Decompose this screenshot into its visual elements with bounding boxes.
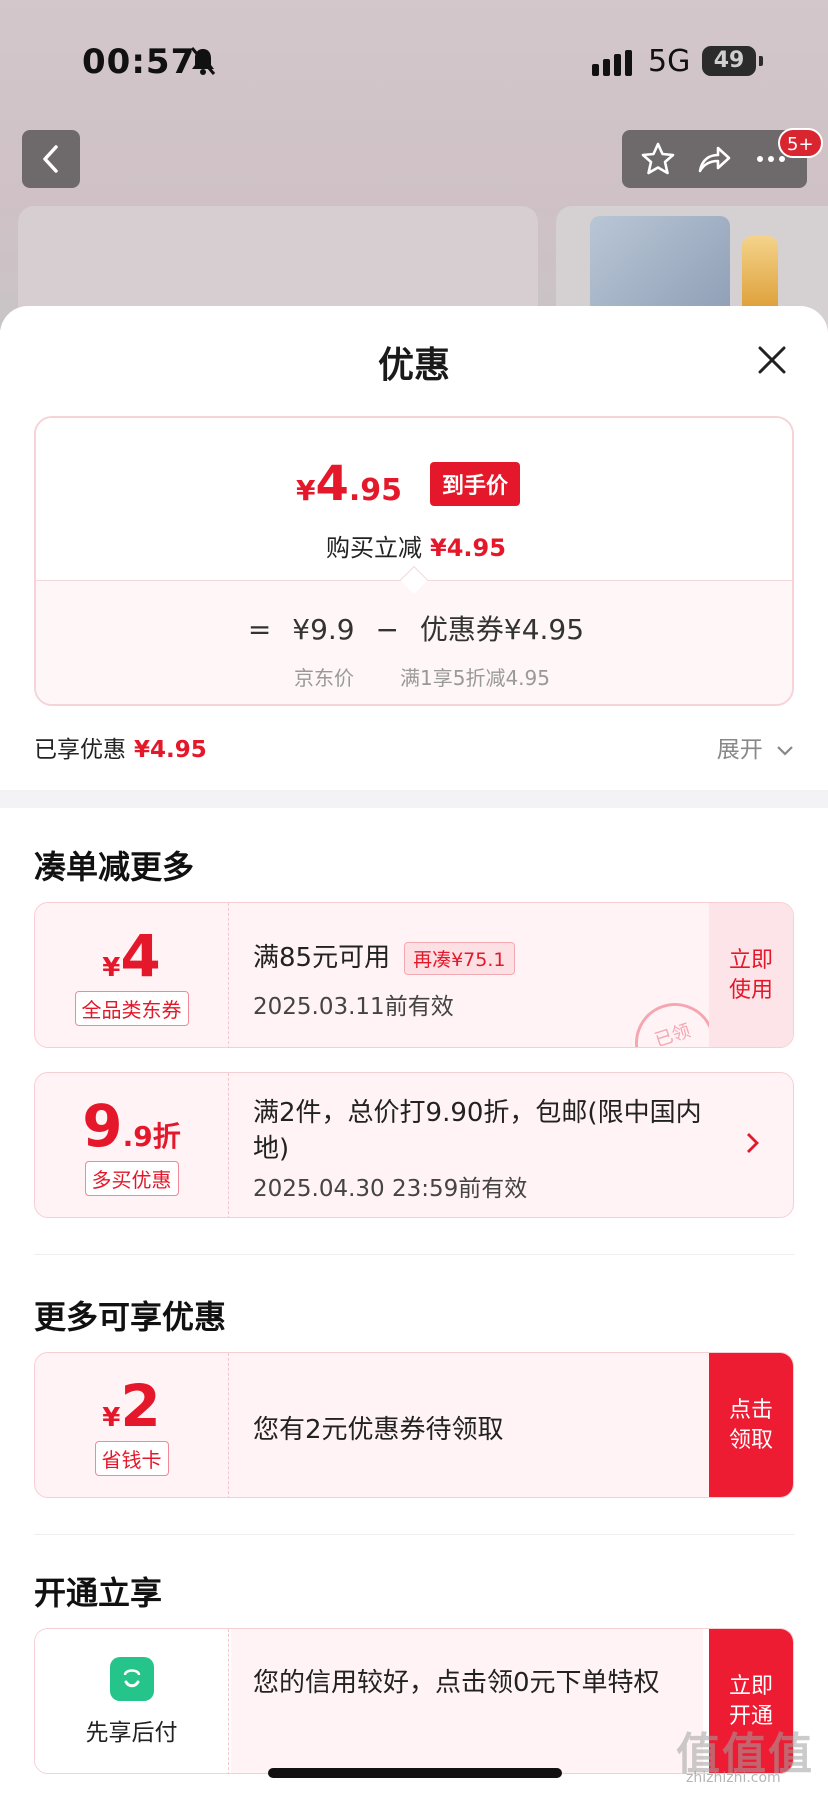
formula-jd-price: ¥9.9 <box>292 613 355 646</box>
network-type: 5G <box>648 44 691 79</box>
chevron-down-icon <box>777 745 793 756</box>
price-summary: ¥4.95 到手价 购买立减 ¥4.95 <box>36 418 792 580</box>
coupon-type-tag: 全品类东券 <box>74 990 189 1026</box>
expand-button[interactable]: 展开 <box>717 730 794 764</box>
purchase-reduction: 购买立减 ¥4.95 <box>36 528 792 563</box>
coupon-value-area: 9.9折 多买优惠 <box>35 1073 229 1217</box>
coupon-details: 满2件，总价打9.90折，包邮(限中国内地) 2025.04.30 23:59前… <box>253 1073 733 1217</box>
price-formula: = ¥9.9 − 优惠券¥4.95 <box>36 608 792 648</box>
coupon-condition: 您有2元优惠券待领取 <box>253 1415 504 1445</box>
chevron-left-icon <box>43 145 58 173</box>
reduction-label: 购买立减 <box>326 534 423 562</box>
section-title-extra: 更多可享优惠 <box>34 1298 227 1336</box>
formula-minus: − <box>375 613 399 646</box>
section-divider <box>34 1254 794 1255</box>
enjoyed-value: ¥4.95 <box>134 737 207 763</box>
coupon-type-tag: 多买优惠 <box>84 1160 179 1196</box>
close-icon[interactable] <box>752 340 792 380</box>
coupon-symbol: ¥ <box>102 1402 121 1433</box>
mute-bell-icon <box>190 47 216 75</box>
enjoyed-label: 已享优惠 <box>34 737 126 763</box>
coupon-rule-label: 满1享5折减4.95 <box>400 666 550 690</box>
formula-equals: = <box>247 613 272 646</box>
coupon-amount: ¥2 <box>102 1377 160 1435</box>
sheet-title: 优惠 <box>377 345 450 386</box>
pay-later-text: 您的信用较好，点击领0元下单特权 <box>253 1668 660 1698</box>
pay-later-brand: 先享后付 <box>35 1629 229 1773</box>
final-price: ¥4.95 <box>296 456 402 512</box>
coupon-expiry: 2025.03.11前有效 <box>253 994 454 1020</box>
section-title-more: 凑单减更多 <box>34 848 195 886</box>
use-now-label: 立即使用 <box>728 948 773 1003</box>
use-now-button[interactable]: 立即使用 <box>709 903 793 1047</box>
coupon-condition: 满2件，总价打9.90折，包邮(限中国内地) <box>253 1098 702 1164</box>
coupon-expiry: 2025.04.30 23:59前有效 <box>253 1176 528 1202</box>
coupon-amount: 9.9折 <box>82 1097 180 1155</box>
section-title-open: 开通立享 <box>34 1574 163 1612</box>
coupon-card-all-category[interactable]: ¥4 全品类东券 满85元可用 再凑¥75.1 2025.03.11前有效 已领 … <box>34 902 794 1048</box>
notification-badge: 5+ <box>778 128 823 158</box>
coupon-suffix: .9折 <box>122 1119 181 1153</box>
shopping-bag-icon <box>109 1657 154 1701</box>
claim-label: 点击领取 <box>728 1398 773 1453</box>
section-divider <box>34 1534 794 1535</box>
coupon-condition-text: 满85元可用 <box>253 943 391 973</box>
product-pack-image <box>590 216 730 316</box>
coupon-amount: ¥4 <box>102 927 160 985</box>
coupon-card-bulk-discount[interactable]: 9.9折 多买优惠 满2件，总价打9.90折，包邮(限中国内地) 2025.04… <box>34 1072 794 1218</box>
signal-icon <box>592 50 632 76</box>
price-integer: 4 <box>315 456 349 512</box>
coupon-details: 您有2元优惠券待领取 <box>253 1353 703 1497</box>
coupon-symbol: ¥ <box>102 952 121 983</box>
back-button[interactable] <box>22 130 80 188</box>
star-icon[interactable] <box>640 141 676 177</box>
coupon-value-area: ¥2 省钱卡 <box>35 1353 229 1497</box>
claim-button[interactable]: 点击领取 <box>709 1353 793 1497</box>
coupon-details: 满85元可用 再凑¥75.1 2025.03.11前有效 <box>253 903 703 1047</box>
price-decimal: .95 <box>348 473 403 508</box>
coupon-number: 4 <box>120 921 161 990</box>
battery-tip <box>759 56 763 66</box>
chevron-right-icon <box>747 1133 759 1153</box>
formula-coupon: 优惠券¥4.95 <box>419 613 585 646</box>
reduction-value: ¥4.95 <box>430 534 506 562</box>
coupon-value-area: ¥4 全品类东券 <box>35 903 229 1047</box>
expand-label: 展开 <box>716 737 763 763</box>
coupon-details: 您的信用较好，点击领0元下单特权 <box>231 1629 703 1773</box>
battery-icon: 49 <box>702 46 756 76</box>
coupon-number: 2 <box>120 1371 161 1440</box>
coupon-number: 9 <box>82 1091 123 1160</box>
discount-sheet: 优惠 ¥4.95 到手价 购买立减 ¥4.95 = ¥9.9 − 优惠券¥4.95… <box>0 306 828 1796</box>
jd-price-label: 京东价 <box>294 666 354 690</box>
home-indicator[interactable] <box>268 1768 562 1778</box>
status-time: 00:57 <box>82 42 196 82</box>
final-price-tag: 到手价 <box>430 462 521 506</box>
share-icon[interactable] <box>696 141 732 177</box>
status-bar: 00:57 5G 49 <box>0 0 828 110</box>
enjoyed-discount-row: 已享优惠 ¥4.95 展开 <box>34 730 794 770</box>
coupon-remaining-tag: 再凑¥75.1 <box>404 942 515 975</box>
coupon-condition: 满85元可用 再凑¥75.1 <box>253 937 515 975</box>
price-breakdown-card: ¥4.95 到手价 购买立减 ¥4.95 = ¥9.9 − 优惠券¥4.95 京东… <box>34 416 794 706</box>
pay-later-label: 先享后付 <box>85 1720 178 1746</box>
section-divider <box>0 790 828 808</box>
coupon-type-tag: 省钱卡 <box>94 1440 169 1476</box>
watermark-url: zhizhizhi.com <box>686 1770 781 1786</box>
coupon-card-saving-card[interactable]: ¥2 省钱卡 您有2元优惠券待领取 点击领取 <box>34 1352 794 1498</box>
price-symbol: ¥ <box>296 474 316 507</box>
